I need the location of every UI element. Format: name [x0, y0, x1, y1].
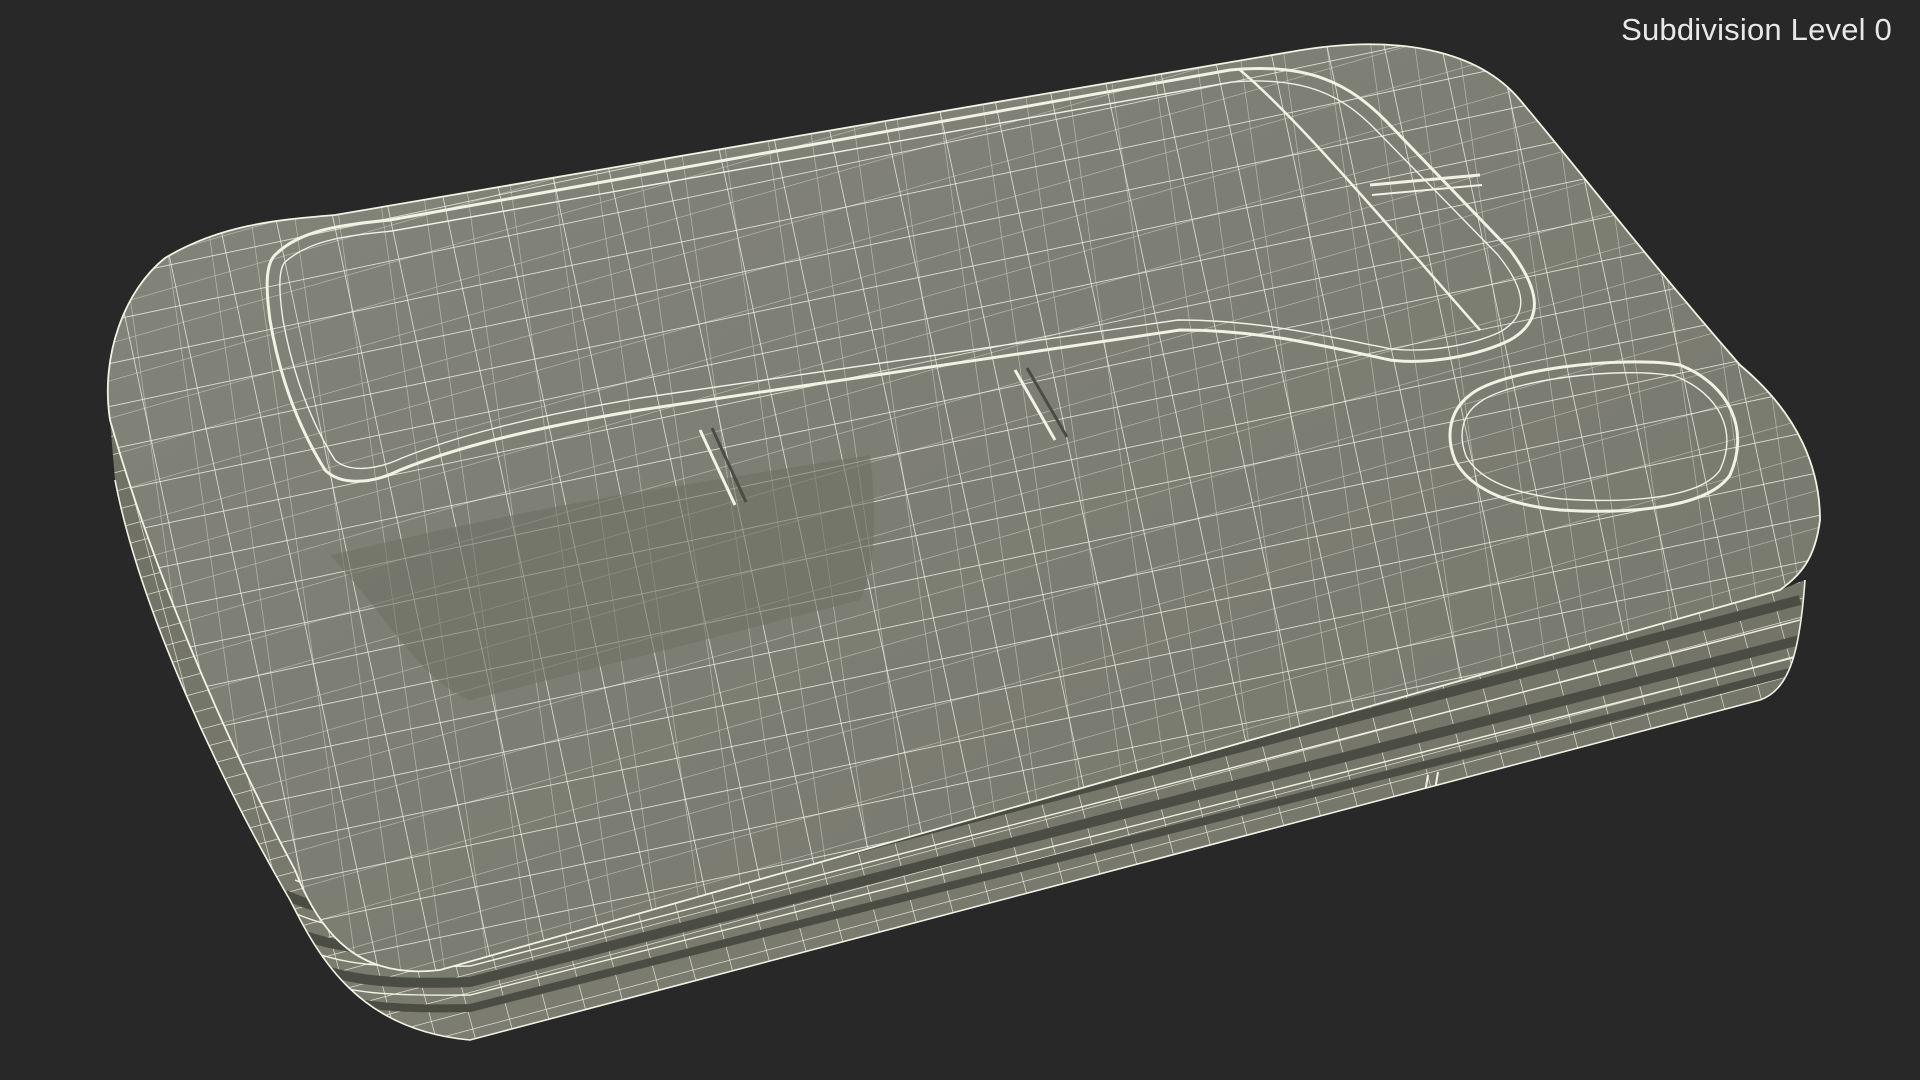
wireframe-model — [106, 43, 1821, 1041]
subdivision-level-label: Subdivision Level 0 — [1621, 12, 1892, 47]
render-viewport: Subdivision Level 0 — [0, 0, 1920, 1080]
case-top — [106, 43, 1821, 973]
